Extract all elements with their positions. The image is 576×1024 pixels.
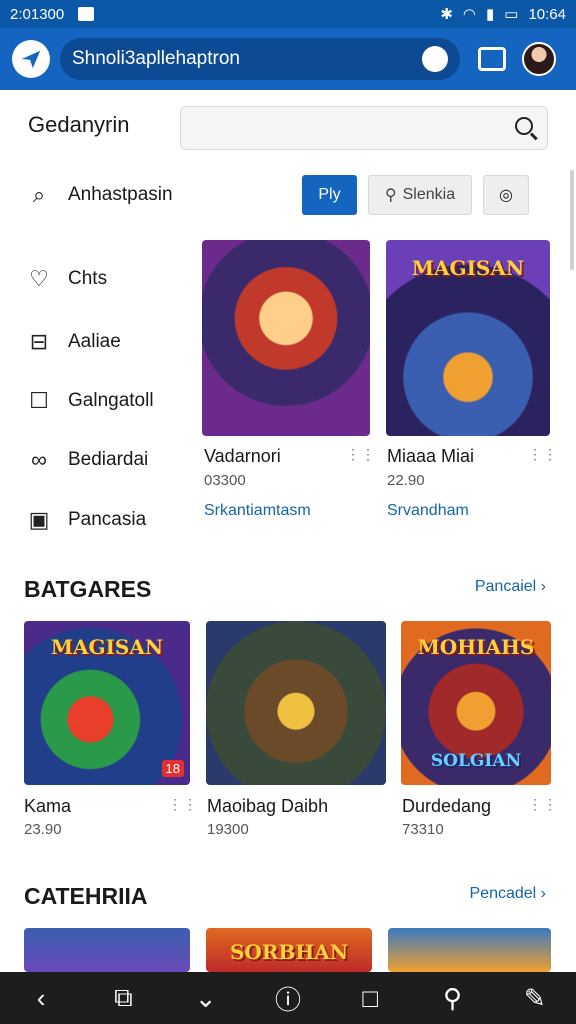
section-see-all-link[interactable]: Pancaiel ›	[475, 578, 546, 596]
game-card-banner: SORBHAN	[229, 940, 349, 964]
status-bar: 2:01300 ✱ ◠ ▮ ▭ 10:64	[0, 0, 576, 28]
sidebar-item-label: Pancasia	[68, 509, 147, 530]
signal-icon: ▮	[486, 6, 495, 23]
game-card-title[interactable]: Durdedang	[402, 796, 491, 817]
page-title: Gedanyrin	[28, 112, 130, 137]
bottom-nav: ‹ ⧉ ⌄ ⓘ □ ⚲ ✎	[0, 972, 576, 1024]
status-time: 10:64	[528, 5, 566, 23]
square-icon[interactable]: □	[350, 983, 390, 1014]
search-icon[interactable]	[515, 117, 533, 135]
game-card-image[interactable]: SORBHAN	[206, 928, 372, 972]
battery-icon: ▭	[504, 6, 519, 23]
game-card-banner: MAGISAN	[411, 256, 525, 280]
game-card-badge: 18	[161, 760, 184, 777]
chevron-down-icon[interactable]: ⌄	[186, 983, 226, 1014]
sidebar-item-label: Chts	[68, 268, 108, 289]
camera-icon[interactable]	[478, 47, 506, 71]
sidebar-item-pancasia[interactable]: ▣ Pancasia	[26, 507, 147, 533]
section-see-all-link[interactable]: Pencadel ›	[470, 885, 547, 903]
game-card-link[interactable]: Srkantiamtasm	[204, 502, 311, 520]
game-card-banner: MAGISAN	[50, 635, 164, 659]
game-card-link[interactable]: Srvandham	[387, 502, 469, 520]
game-card-image[interactable]: MOHIAHS SOLGIAN	[401, 621, 551, 785]
game-card-image[interactable]: MAGISAN	[386, 240, 550, 436]
game-card-price: 19300	[207, 821, 249, 838]
sidebar-item-bediardai[interactable]: ∞ Bediardai	[26, 447, 148, 473]
section-title: CATEHRIIA	[24, 883, 148, 909]
more-icon[interactable]: ⋮⋮	[528, 446, 558, 463]
sidebar-item-label: Galngatoll	[68, 390, 154, 411]
notification-icon	[78, 7, 95, 21]
game-card-image[interactable]	[24, 928, 190, 972]
heart-icon: ♡	[29, 266, 49, 291]
status-text: 2:01300	[10, 5, 65, 23]
edit-icon[interactable]: ✎	[515, 983, 555, 1014]
game-card-image[interactable]	[202, 240, 370, 436]
square-icon: ▣	[28, 507, 50, 532]
section-title: BATGARES	[24, 576, 152, 602]
game-card-image[interactable]	[388, 928, 551, 972]
sidebar-item-label: Aaliae	[68, 331, 121, 352]
back-icon[interactable]: ‹	[21, 983, 61, 1014]
game-card-image[interactable]	[206, 621, 386, 785]
game-card-title[interactable]: Vadarnori	[204, 446, 281, 467]
filter-label[interactable]: ⌕ Anhastpasin	[26, 182, 173, 208]
wifi-icon: ◠	[462, 6, 476, 23]
info-icon[interactable]: ⓘ	[268, 980, 308, 1017]
section-link-label: Pencadel	[469, 885, 537, 902]
app-search-bar[interactable]: Shnoli3apllehaptron	[60, 38, 460, 80]
bluetooth-icon: ✱	[440, 6, 453, 23]
filter-label-text: Anhastpasin	[68, 184, 173, 205]
send-icon	[21, 50, 41, 69]
game-card-price: 23.90	[24, 821, 62, 838]
game-card-title[interactable]: Kama	[24, 796, 71, 817]
bag-icon: ⊟	[29, 329, 49, 354]
more-icon[interactable]: ⋮⋮	[168, 796, 198, 813]
game-card-title[interactable]: Maoibag Daibh	[207, 796, 328, 817]
avatar[interactable]	[522, 42, 556, 76]
sidebar-item-aaliae[interactable]: ⊟ Aaliae	[26, 329, 121, 355]
edit-icon: ☐	[29, 388, 49, 413]
sidebar-item-label: Bediardai	[68, 449, 149, 470]
game-card-banner: MOHIAHS	[417, 635, 535, 659]
more-icon[interactable]: ⋮⋮	[528, 796, 558, 813]
tool-icon: ⚲	[384, 187, 397, 204]
user-icon[interactable]: ⚲	[433, 983, 473, 1014]
copy-icon[interactable]: ⧉	[103, 982, 143, 1014]
app-search-text: Shnoli3apllehaptron	[72, 48, 240, 69]
search-icon: ⌕	[32, 182, 46, 207]
sidebar-item-galngatoll[interactable]: ☐ Galngatoll	[26, 388, 154, 414]
link-icon: ∞	[31, 447, 47, 472]
more-icon[interactable]: ⋮⋮	[346, 446, 376, 463]
chevron-right-icon: ›	[540, 885, 546, 902]
app-bar: Shnoli3apllehaptron	[0, 28, 576, 90]
game-card-price: 73310	[402, 821, 444, 838]
game-card-title[interactable]: Miaaa Miai	[387, 446, 474, 467]
chevron-right-icon: ›	[540, 578, 546, 595]
settings-button[interactable]: ◎	[483, 175, 529, 215]
ply-button[interactable]: Ply	[302, 175, 357, 215]
app-logo-button[interactable]	[12, 40, 50, 78]
sidebar-item-chts[interactable]: ♡ Chts	[26, 266, 107, 292]
scrollbar[interactable]	[570, 170, 574, 270]
game-card-price: 03300	[204, 472, 246, 489]
settings-icon: ◎	[499, 187, 513, 204]
game-card-banner: SOLGIAN	[430, 751, 522, 771]
game-card-price: 22.90	[387, 472, 425, 489]
slenkia-button[interactable]: ⚲ Slenkia	[368, 175, 472, 215]
section-link-label: Pancaiel	[474, 578, 537, 595]
slenkia-label: Slenkia	[402, 186, 456, 203]
search-input[interactable]	[180, 106, 548, 150]
game-card-image[interactable]: MAGISAN 18	[24, 621, 190, 785]
search-camera-icon[interactable]	[422, 46, 448, 72]
